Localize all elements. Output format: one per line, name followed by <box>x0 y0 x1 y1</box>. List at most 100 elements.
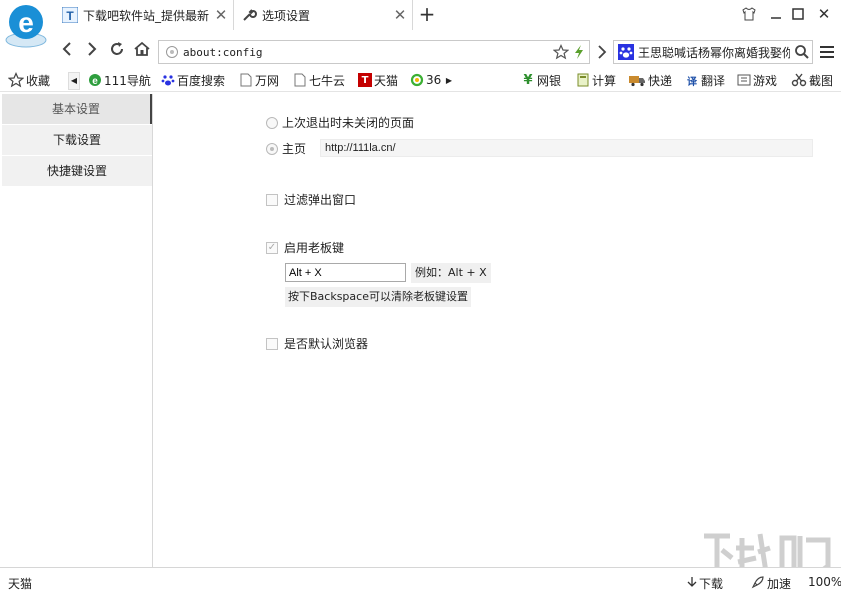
address-bar[interactable] <box>158 40 590 64</box>
scroll-right-icon[interactable]: ▶ <box>444 72 454 90</box>
baidu-paw-icon <box>161 73 175 87</box>
forward-arrow-icon[interactable] <box>81 38 103 60</box>
bookmark-label: 翻译 <box>701 73 726 88</box>
bookmark-label: 36 <box>426 73 442 87</box>
search-icon[interactable] <box>794 44 810 63</box>
default-browser-checkbox[interactable] <box>266 337 278 350</box>
boss-key-option[interactable]: ✓ 启用老板键 <box>266 239 344 256</box>
status-bar: 天猫 下载 加速 100% <box>0 567 841 595</box>
restore-pages-option[interactable]: 上次退出时未关闭的页面 <box>266 114 414 131</box>
search-engine-arrow-icon[interactable] <box>596 44 608 63</box>
bookmark-label: 游戏 <box>753 73 778 88</box>
xiazaiba-icon: T <box>61 6 79 24</box>
homepage-option[interactable]: 主页 <box>266 140 306 157</box>
default-browser-label: 是否默认浏览器 <box>284 337 369 351</box>
bookmark-360[interactable]: 36 <box>410 70 441 90</box>
tab-title: 选项设置 <box>262 8 311 23</box>
download-label: 下载 <box>699 577 724 591</box>
zoom-level[interactable]: 100% <box>808 575 841 589</box>
page-icon <box>239 73 253 87</box>
homepage-input[interactable] <box>320 139 813 157</box>
sidebar-item-shortcut-settings[interactable]: 快捷键设置 <box>2 156 152 186</box>
default-browser-option[interactable]: 是否默认浏览器 <box>266 335 368 352</box>
bookmark-games[interactable]: 游戏 <box>737 70 777 90</box>
new-tab-button[interactable]: + <box>416 3 438 25</box>
bookmark-baidu-search[interactable]: 百度搜索 <box>161 70 225 90</box>
tab-title: 下载吧软件站_提供最新 <box>83 8 209 23</box>
restore-pages-label: 上次退出时未关闭的页面 <box>282 116 415 130</box>
refresh-icon[interactable] <box>106 38 128 60</box>
bookmark-111-nav[interactable]: e 111导航 <box>88 70 151 90</box>
yen-icon: ¥ <box>523 72 533 88</box>
boss-key-checkbox[interactable]: ✓ <box>266 241 278 254</box>
popup-filter-checkbox[interactable] <box>266 193 278 206</box>
download-arrow-icon <box>687 576 697 591</box>
window-close-icon[interactable]: ✕ <box>812 2 836 26</box>
bookmark-qiniu[interactable]: 七牛云 <box>293 70 345 90</box>
svg-text:e: e <box>92 76 98 87</box>
star-icon[interactable] <box>552 44 570 63</box>
bookmark-express[interactable]: 快递 <box>628 70 672 90</box>
bookmark-screenshot[interactable]: 截图 <box>791 70 833 90</box>
speedup-label: 加速 <box>767 577 792 591</box>
popup-filter-option[interactable]: 过滤弹出窗口 <box>266 191 356 208</box>
menu-icon[interactable] <box>818 44 836 63</box>
game-icon <box>737 73 751 87</box>
popup-filter-label: 过滤弹出窗口 <box>284 193 357 207</box>
e-icon: e <box>88 73 102 87</box>
close-icon[interactable]: ✕ <box>209 6 233 24</box>
status-text: 天猫 <box>8 577 33 591</box>
home-icon[interactable] <box>131 38 153 60</box>
download-button[interactable]: 下载 <box>687 575 723 592</box>
speed-mode-bolt-icon[interactable] <box>572 44 586 63</box>
baidu-paw-icon[interactable] <box>618 44 634 63</box>
boss-key-example: 例如：Alt + X <box>411 263 491 283</box>
qihoo-icon <box>410 73 424 87</box>
homepage-radio[interactable] <box>266 142 278 155</box>
settings-sidebar: 基本设置 下载设置 快捷键设置 <box>0 94 153 567</box>
back-arrow-icon[interactable] <box>56 38 78 60</box>
tmall-icon: T <box>358 73 372 87</box>
bookmark-tmall[interactable]: T 天猫 <box>358 70 398 90</box>
tab-bar: e T 下载吧软件站_提供最新 ✕ 选项设置 ✕ + ✕ <box>0 0 841 48</box>
bookmark-bank[interactable]: ¥ 网银 <box>521 70 561 90</box>
url-input[interactable] <box>183 44 543 60</box>
calculator-icon <box>576 73 590 87</box>
star-icon <box>8 72 24 88</box>
skin-shirt-icon[interactable] <box>737 2 761 26</box>
bookmark-label: 快递 <box>648 73 673 88</box>
bookmarks-bar: 收藏 ◀ e 111导航 百度搜索 万网 七牛云 T 天猫 36 ▶ ¥ 网银 … <box>0 68 841 92</box>
bookmark-label: 万网 <box>255 73 280 88</box>
bookmark-translate[interactable]: 译 翻译 <box>685 70 725 90</box>
bookmark-label: 截图 <box>809 73 834 88</box>
search-input[interactable] <box>638 44 790 60</box>
sidebar-item-basic-settings[interactable]: 基本设置 <box>2 94 152 124</box>
close-icon[interactable]: ✕ <box>388 6 412 24</box>
boss-key-input[interactable] <box>285 263 406 282</box>
scroll-left-icon[interactable]: ◀ <box>68 72 80 90</box>
search-box[interactable] <box>613 40 813 64</box>
rocket-icon <box>751 575 765 592</box>
maximize-icon[interactable] <box>786 2 810 26</box>
translate-icon: 译 <box>687 76 697 88</box>
scissors-icon <box>791 73 807 87</box>
homepage-label: 主页 <box>282 142 307 156</box>
tab-settings[interactable]: 选项设置 ✕ <box>235 0 413 30</box>
bookmark-label: 计算 <box>592 73 617 88</box>
truck-icon <box>628 73 646 87</box>
bookmark-label: 111导航 <box>104 73 151 88</box>
restore-pages-radio[interactable] <box>266 116 278 129</box>
svg-text:T: T <box>66 9 74 23</box>
favorites-button[interactable]: 收藏 <box>8 70 50 90</box>
speedup-button[interactable]: 加速 <box>751 575 791 592</box>
minimize-icon[interactable] <box>764 2 788 26</box>
bookmark-label: 天猫 <box>374 73 399 88</box>
bookmark-wanwang[interactable]: 万网 <box>239 70 279 90</box>
boss-key-clear-hint: 按下Backspace可以清除老板键设置 <box>285 287 471 307</box>
sidebar-item-download-settings[interactable]: 下载设置 <box>2 125 152 155</box>
wrench-icon <box>241 7 257 23</box>
tab-xiazaiba[interactable]: T 下载吧软件站_提供最新 ✕ <box>56 0 234 30</box>
boss-key-label: 启用老板键 <box>284 241 345 255</box>
bookmark-calculator[interactable]: 计算 <box>576 70 616 90</box>
bookmark-label: 百度搜索 <box>177 73 226 88</box>
